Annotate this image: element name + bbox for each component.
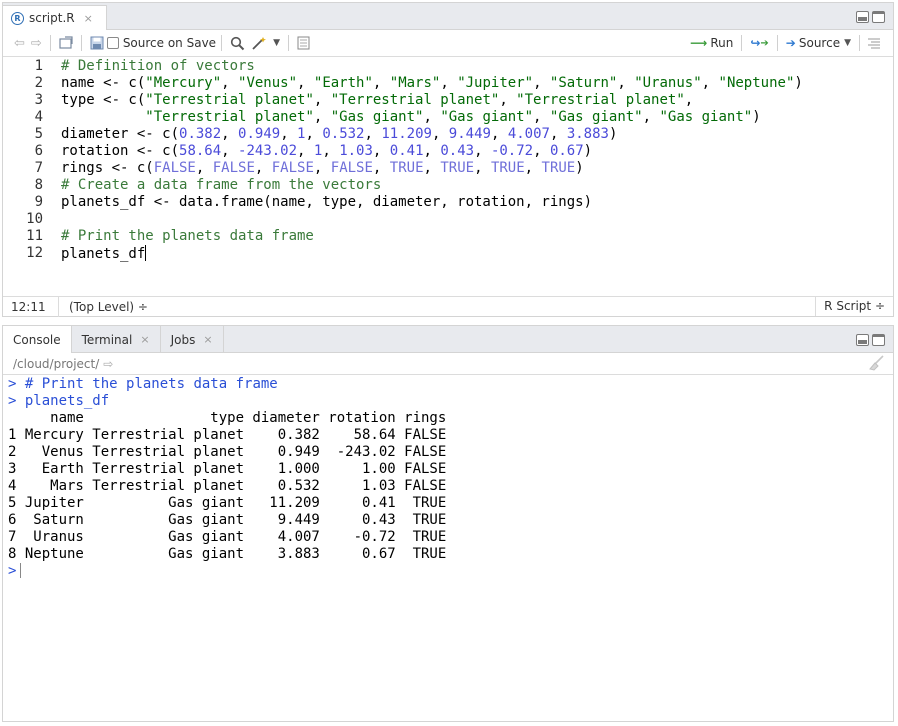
code-line[interactable]: # Create a data frame from the vectors [61, 177, 381, 193]
code-line[interactable]: rotation <- c(58.64, -243.02, 1, 1.03, 0… [61, 143, 592, 159]
console-cursor [20, 563, 22, 578]
rerun-button[interactable]: ↪ ➔ [747, 33, 771, 53]
editor-statusbar: 12:11 (Top Level) ÷ R Script ÷ [3, 296, 893, 317]
show-in-window-icon[interactable] [56, 33, 76, 53]
console-pane: Console Terminal × Jobs × /cloud/project/ ⇨ … [2, 325, 894, 722]
file-tab-label: script.R [29, 11, 75, 25]
console-output-line: 6 Saturn Gas giant 9.449 0.43 TRUE [8, 512, 447, 528]
code-line[interactable]: # Print the planets data frame [61, 228, 314, 244]
line-number: 3 [34, 92, 43, 108]
tab-label: Terminal [81, 332, 133, 347]
file-type-selector[interactable]: R Script ÷ [815, 297, 893, 316]
tab-label: Console [13, 332, 61, 347]
window-controls [856, 11, 885, 23]
minimize-pane-button[interactable] [856, 11, 869, 23]
code-editor[interactable]: 1 2 3 4 5 6 7 8 9 10 11 12 # Definition of vectors n… [3, 58, 893, 298]
run-label: Run [710, 36, 734, 50]
code-line[interactable]: rings <- c(FALSE, FALSE, FALSE, FALSE, T… [61, 160, 584, 176]
source-label: Source [798, 36, 841, 50]
console-tabbar: Console Terminal × Jobs × [3, 326, 893, 353]
code-line[interactable]: type <- c("Terrestrial planet", "Terrest… [61, 92, 693, 108]
code-tools-wand-icon[interactable]: ▼ [248, 33, 283, 53]
console-output-line: 5 Jupiter Gas giant 11.209 0.41 TRUE [8, 495, 447, 511]
line-number: 5 [34, 126, 43, 142]
tab-console[interactable]: Console [3, 326, 72, 353]
tab-jobs[interactable]: Jobs × [161, 326, 224, 353]
working-directory-bar: /cloud/project/ ⇨ [3, 353, 893, 375]
line-number: 11 [26, 228, 43, 244]
clear-console-broom-icon[interactable] [867, 355, 885, 375]
run-button[interactable]: ⟶ Run [687, 33, 736, 53]
console-input-line: > planets_df [8, 393, 110, 409]
code-line[interactable]: planets_df [61, 245, 147, 262]
line-number: 8 [34, 177, 43, 193]
code-line[interactable]: "Terrestrial planet", "Gas giant", "Gas … [61, 109, 760, 125]
cursor-position: 12:11 [3, 296, 59, 317]
console-output-line: 1 Mercury Terrestrial planet 0.382 58.64… [8, 427, 447, 443]
toolbar-divider [287, 35, 289, 51]
console-output-line: 2 Venus Terrestrial planet 0.949 -243.02… [8, 444, 447, 460]
maximize-pane-button[interactable] [872, 334, 885, 346]
line-number: 6 [34, 143, 43, 159]
search-icon[interactable] [227, 33, 248, 53]
close-icon[interactable]: × [140, 333, 149, 346]
code-line[interactable]: planets_df <- data.frame(name, type, dia… [61, 194, 592, 210]
line-number: 12 [26, 245, 43, 261]
source-on-save-checkbox[interactable] [106, 37, 119, 49]
source-button[interactable]: ➔ Source ▼ [783, 33, 854, 53]
maximize-pane-button[interactable] [872, 11, 885, 23]
code-line[interactable]: diameter <- c(0.382, 0.949, 1, 0.532, 11… [61, 126, 617, 142]
editor-toolbar: ⇦ ⇨ Source on Save ▼ ⟶ Run ↪ ➔ ➔ Source … [3, 30, 893, 57]
line-number: 9 [34, 194, 43, 210]
window-controls [856, 334, 885, 346]
line-number: 1 [34, 58, 43, 74]
close-icon[interactable]: × [203, 333, 212, 346]
toolbar-divider [80, 35, 82, 51]
console-output-line: 7 Uranus Gas giant 4.007 -0.72 TRUE [8, 529, 447, 545]
working-directory-path[interactable]: /cloud/project/ [13, 357, 99, 371]
code-line[interactable]: name <- c("Mercury", "Venus", "Earth", "… [61, 75, 803, 91]
r-file-icon: R [11, 11, 24, 25]
text-cursor [145, 245, 147, 261]
run-group: ⟶ Run ↪ ➔ ➔ Source ▼ [687, 33, 883, 53]
compile-report-icon[interactable] [294, 33, 313, 53]
line-number: 4 [34, 109, 43, 125]
run-arrow-icon: ⟶ [690, 36, 708, 50]
line-number: 10 [26, 211, 43, 227]
line-number-gutter: 1 2 3 4 5 6 7 8 9 10 11 12 [3, 58, 47, 298]
toolbar-divider [776, 35, 778, 51]
file-tab-script[interactable]: R script.R × [3, 5, 107, 30]
scope-selector[interactable]: (Top Level) ÷ [59, 297, 148, 317]
tab-label: Jobs [170, 332, 196, 347]
chevron-down-icon[interactable]: ▼ [844, 38, 851, 48]
source-editor-pane: R script.R × ⇦ ⇨ Source on Save ▼ ⟶ Run … [2, 2, 894, 317]
save-icon[interactable] [87, 33, 107, 53]
document-outline-icon[interactable] [865, 33, 883, 53]
forward-arrow-icon[interactable]: ⇨ [28, 33, 45, 53]
chevron-down-icon: ▼ [273, 38, 280, 48]
line-number: 2 [34, 75, 43, 91]
tab-terminal[interactable]: Terminal × [72, 326, 161, 353]
code-line[interactable]: # Definition of vectors [61, 58, 255, 74]
console-input-line: > # Print the planets data frame [8, 376, 278, 392]
console-output-line: 8 Neptune Gas giant 3.883 0.67 TRUE [8, 546, 447, 562]
go-to-directory-icon[interactable]: ⇨ [103, 357, 113, 371]
source-on-save-label: Source on Save [122, 36, 217, 50]
console-output-line: 4 Mars Terrestrial planet 0.532 1.03 FAL… [8, 478, 447, 494]
source-arrow-icon: ➔ [785, 36, 796, 50]
console-output-line: name type diameter rotation rings [8, 410, 447, 426]
back-arrow-icon[interactable]: ⇦ [11, 33, 28, 53]
toolbar-divider [221, 35, 223, 51]
console-input-line[interactable]: > [8, 563, 22, 579]
toolbar-divider [859, 35, 860, 51]
toolbar-divider [741, 35, 743, 51]
line-number: 7 [34, 160, 43, 176]
editor-tabbar: R script.R × [3, 3, 893, 30]
console-output-line: 3 Earth Terrestrial planet 1.000 1.00 FA… [8, 461, 447, 477]
minimize-pane-button[interactable] [856, 334, 869, 346]
rerun-icon: ↪ [750, 36, 761, 50]
close-icon[interactable]: × [84, 12, 93, 25]
toolbar-divider [49, 35, 51, 51]
